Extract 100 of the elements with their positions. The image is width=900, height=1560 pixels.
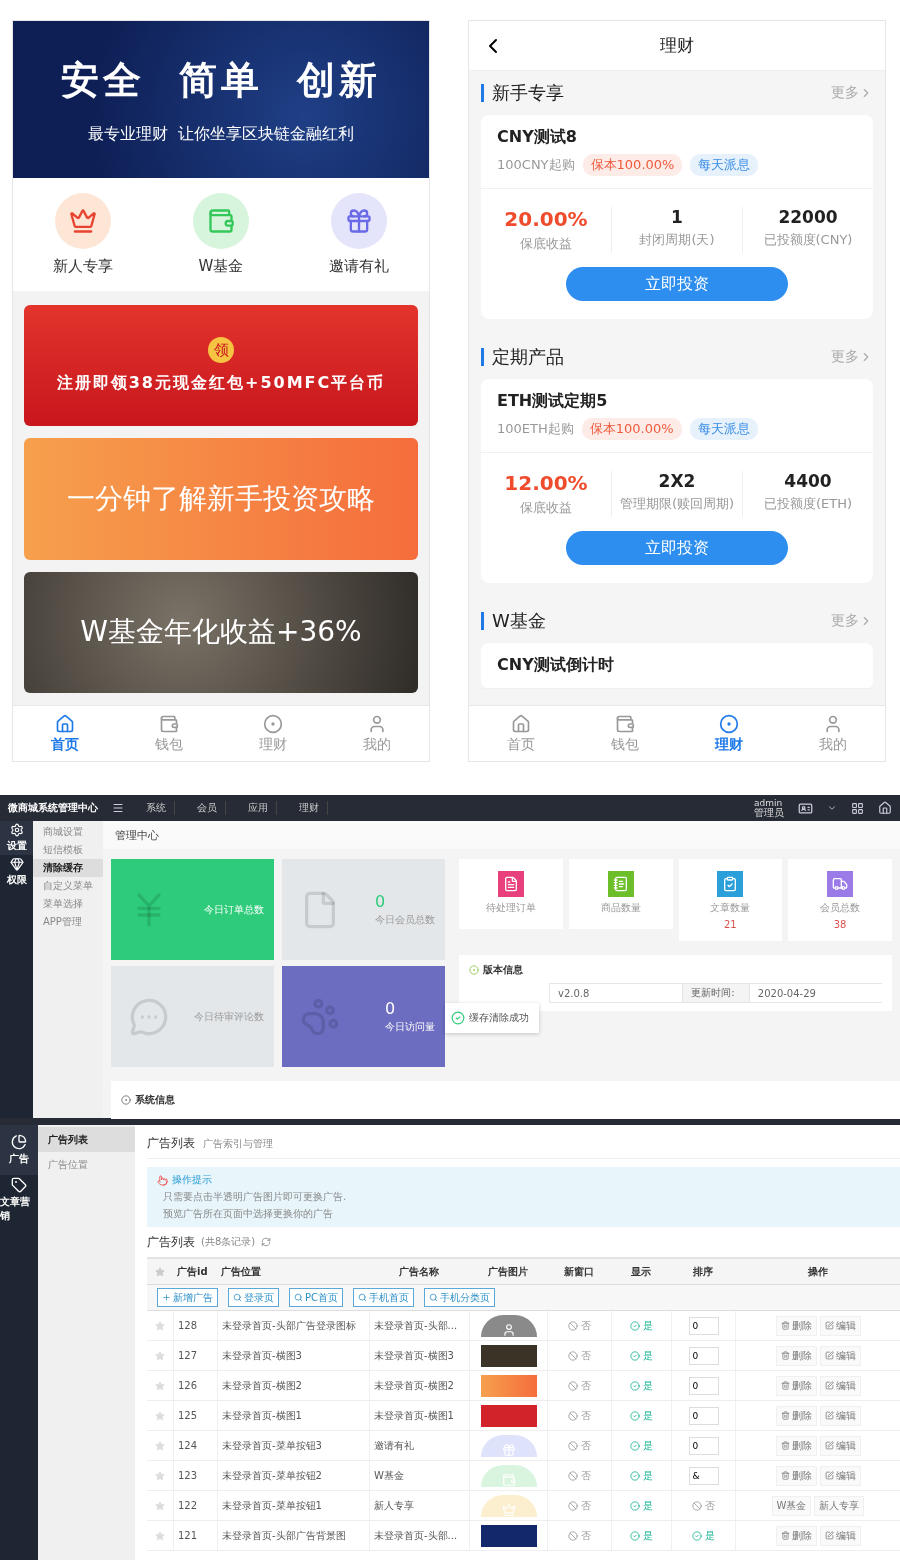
promo-banner[interactable]: 一分钟了解新手投资攻略 bbox=[24, 438, 418, 560]
sort-input[interactable]: & bbox=[688, 1466, 719, 1485]
sort-input[interactable]: 0 bbox=[688, 1436, 719, 1455]
action-button[interactable]: 编辑 bbox=[819, 1435, 861, 1456]
banner-subtitle: 最专业理财 让你坐享区块链金融红利 bbox=[87, 123, 355, 145]
action-button[interactable]: 删除 bbox=[775, 1465, 817, 1486]
product-name: CNY测试倒计时 bbox=[497, 655, 615, 676]
star-icon[interactable] bbox=[155, 1470, 165, 1481]
shortcut-label[interactable]: W基金 bbox=[198, 257, 244, 276]
submenu-item[interactable]: 自定义菜单 bbox=[33, 877, 103, 895]
filter-button[interactable]: 手机首页 bbox=[353, 1288, 414, 1307]
tab-item[interactable]: 理财 bbox=[221, 706, 325, 761]
action-button[interactable]: 删除 bbox=[775, 1315, 817, 1336]
star-icon[interactable] bbox=[155, 1320, 165, 1331]
action-button[interactable]: 编辑 bbox=[819, 1375, 861, 1396]
column-header: 广告图片 bbox=[487, 1264, 529, 1279]
promo-text: W基金年化收益+36% bbox=[80, 614, 362, 651]
grid-icon[interactable] bbox=[851, 801, 864, 815]
action-button[interactable]: 删除 bbox=[775, 1525, 817, 1546]
tab-item[interactable]: 首页 bbox=[13, 706, 117, 761]
submenu-item[interactable]: 广告位置 bbox=[38, 1152, 135, 1177]
tile-label: 今日会员总数 bbox=[375, 913, 435, 927]
submenu-item[interactable]: 商城设置 bbox=[33, 823, 103, 841]
action-button[interactable]: 编辑 bbox=[819, 1405, 861, 1426]
stat-value: 38 bbox=[833, 919, 847, 930]
submenu-item[interactable]: 广告列表 bbox=[38, 1127, 135, 1152]
tab-item[interactable]: 首页 bbox=[469, 706, 573, 761]
tab-item[interactable]: 我的 bbox=[325, 706, 429, 761]
stat-label: 会员总数 bbox=[820, 901, 861, 915]
sidebar-item[interactable]: 文章营销 bbox=[0, 1175, 38, 1225]
nav-link[interactable]: 应用 bbox=[240, 801, 277, 815]
ad-thumbnail[interactable] bbox=[480, 1314, 537, 1337]
id-card-icon[interactable] bbox=[798, 800, 813, 816]
tab-item[interactable]: 钱包 bbox=[117, 706, 221, 761]
sidebar-item[interactable]: 广告 bbox=[0, 1125, 38, 1175]
sidebar-item[interactable]: 权限 bbox=[0, 855, 33, 889]
stat-label: 商品数量 bbox=[600, 901, 641, 915]
promo-banner[interactable]: 领 注册即领38元现金红包+50MFC平台币 bbox=[24, 305, 418, 427]
crown-icon[interactable] bbox=[55, 193, 111, 249]
action-button[interactable]: 删除 bbox=[775, 1405, 817, 1426]
product-name: CNY测试8 bbox=[497, 127, 578, 148]
star-icon[interactable] bbox=[155, 1500, 165, 1511]
ad-thumbnail[interactable] bbox=[480, 1434, 537, 1457]
action-button[interactable]: 删除 bbox=[775, 1345, 817, 1366]
sort-input[interactable]: 0 bbox=[688, 1376, 719, 1395]
star-icon[interactable] bbox=[155, 1380, 165, 1391]
action-button[interactable]: W基金 bbox=[771, 1495, 812, 1516]
sort-input[interactable]: 0 bbox=[688, 1346, 719, 1365]
nav-link[interactable]: 理财 bbox=[291, 801, 328, 815]
action-button[interactable]: 删除 bbox=[775, 1435, 817, 1456]
sort-input[interactable]: 0 bbox=[688, 1316, 719, 1335]
star-icon[interactable] bbox=[155, 1440, 165, 1451]
action-button[interactable]: 编辑 bbox=[819, 1315, 861, 1336]
star-icon[interactable] bbox=[155, 1530, 165, 1541]
menu-icon[interactable] bbox=[112, 802, 124, 814]
action-button[interactable]: 编辑 bbox=[819, 1345, 861, 1366]
action-button[interactable]: 删除 bbox=[775, 1375, 817, 1396]
table-cell: 123 bbox=[173, 1461, 217, 1490]
submenu-item[interactable]: 清除缓存 bbox=[33, 859, 103, 877]
invest-button[interactable]: 立即投资 bbox=[566, 531, 788, 565]
trash-icon bbox=[780, 1351, 790, 1360]
submenu-item[interactable]: 短信模板 bbox=[33, 841, 103, 859]
ad-thumbnail[interactable] bbox=[480, 1464, 537, 1487]
ad-thumbnail[interactable] bbox=[480, 1404, 537, 1427]
invest-button[interactable]: 立即投资 bbox=[566, 267, 788, 301]
ad-thumbnail[interactable] bbox=[480, 1344, 537, 1367]
tab-item[interactable]: 我的 bbox=[781, 706, 885, 761]
ad-thumbnail[interactable] bbox=[480, 1494, 537, 1517]
caret-icon[interactable] bbox=[827, 803, 837, 813]
nav-link[interactable]: 系统 bbox=[138, 801, 175, 815]
action-button[interactable]: 新人专享 bbox=[814, 1495, 865, 1516]
submenu-item[interactable]: APP管理 bbox=[33, 913, 103, 931]
refresh-icon[interactable] bbox=[261, 1237, 272, 1247]
action-button[interactable]: 编辑 bbox=[819, 1465, 861, 1486]
sort-input[interactable]: 0 bbox=[688, 1406, 719, 1425]
ad-thumbnail[interactable] bbox=[480, 1524, 537, 1547]
wallet-icon[interactable] bbox=[193, 193, 249, 249]
filter-button[interactable]: 手机分类页 bbox=[424, 1288, 495, 1307]
promo-badge: 领 bbox=[208, 337, 234, 364]
home-icon[interactable] bbox=[878, 801, 892, 815]
min-amount: 100ETH起购 bbox=[497, 420, 574, 438]
ban-icon bbox=[568, 1380, 578, 1391]
tab-item[interactable]: 钱包 bbox=[573, 706, 677, 761]
shortcut-label[interactable]: 邀请有礼 bbox=[329, 257, 389, 276]
nav-link[interactable]: 会员 bbox=[189, 801, 226, 815]
star-icon[interactable] bbox=[155, 1350, 165, 1361]
filter-button[interactable]: 新增广告 bbox=[157, 1288, 218, 1307]
submenu-item[interactable]: 菜单选择 bbox=[33, 895, 103, 913]
edit-icon bbox=[824, 1411, 834, 1420]
tab-item[interactable]: 理财 bbox=[677, 706, 781, 761]
edit-icon bbox=[824, 1351, 834, 1360]
sidebar-item[interactable]: 设置 bbox=[0, 821, 33, 855]
filter-button[interactable]: 登录页 bbox=[228, 1288, 279, 1307]
shortcut-label[interactable]: 新人专享 bbox=[53, 257, 113, 276]
gift-icon[interactable] bbox=[331, 193, 387, 249]
promo-banner[interactable]: W基金年化收益+36% bbox=[24, 571, 418, 693]
filter-button[interactable]: PC首页 bbox=[289, 1288, 343, 1307]
action-button[interactable]: 编辑 bbox=[819, 1525, 861, 1546]
star-icon[interactable] bbox=[155, 1410, 165, 1421]
ad-thumbnail[interactable] bbox=[480, 1374, 537, 1397]
